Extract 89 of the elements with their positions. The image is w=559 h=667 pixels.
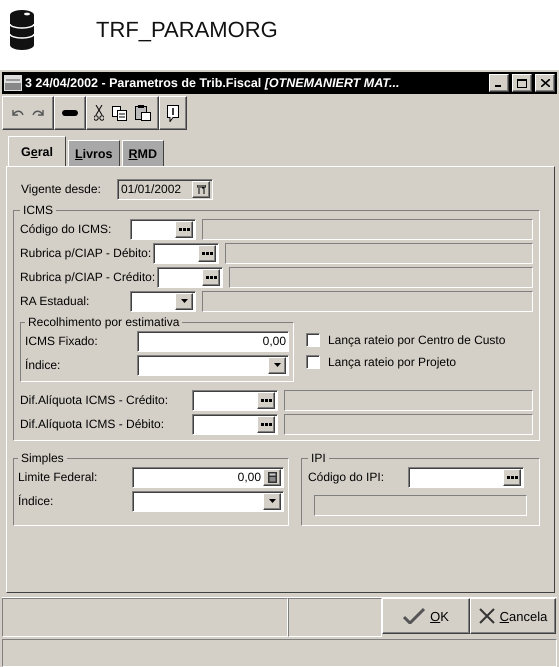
group-title: IPI	[310, 451, 327, 465]
check-icon	[403, 608, 426, 624]
dropdown-button[interactable]	[175, 292, 193, 310]
info-icon	[167, 104, 179, 122]
field-label: ICMS Fixado:	[25, 334, 99, 348]
lookup-button[interactable]	[175, 220, 193, 238]
lookup-field[interactable]	[408, 466, 524, 488]
lookup-button[interactable]	[503, 468, 521, 486]
ellipsis-icon	[202, 252, 213, 254]
group-title: Recolhimento por estimativa	[27, 315, 180, 329]
database-icon	[10, 10, 34, 50]
ellipsis-icon	[260, 422, 272, 426]
lookup-button[interactable]	[202, 268, 220, 286]
caret-icon	[274, 363, 280, 367]
ellipsis-icon	[506, 476, 518, 478]
redo-button[interactable]	[32, 108, 46, 118]
field-label: Código do ICMS:	[20, 222, 112, 236]
caret-icon	[268, 499, 276, 503]
field-value: 0,00	[236, 470, 261, 484]
close-icon	[540, 79, 550, 87]
minimize-button[interactable]	[489, 74, 509, 92]
lookup-field[interactable]	[192, 390, 278, 410]
clipboard-icon	[135, 105, 151, 121]
lookup-button[interactable]	[257, 392, 275, 408]
ellipsis-icon	[260, 398, 272, 402]
cross-icon	[478, 608, 495, 624]
ellipsis-icon	[178, 228, 190, 230]
field-label: Índice:	[18, 494, 54, 508]
minus-icon	[62, 110, 78, 116]
redo-icon	[32, 108, 46, 118]
app-icon	[4, 75, 22, 91]
delete-button[interactable]	[62, 110, 78, 116]
checkbox[interactable]: Lança rateio por Projeto	[306, 351, 506, 373]
lookup-field[interactable]	[130, 218, 196, 240]
checkbox-box[interactable]	[306, 333, 320, 347]
window-title: 3 24/04/2002 - Parametros de Trib.Fiscal [OTNEMANIERT MAT...	[25, 76, 400, 90]
undo-button[interactable]	[10, 108, 24, 118]
field-label: Rubrica p/CIAP - Débito:	[20, 246, 152, 260]
cut-button[interactable]	[94, 105, 104, 121]
dropdown-field[interactable]	[132, 490, 284, 512]
number-field[interactable]: 0,00	[132, 466, 284, 488]
undo-icon	[10, 108, 24, 118]
page-title: TRF_PARAMORG	[96, 17, 278, 43]
lookup-button[interactable]	[257, 416, 275, 432]
lookup-field[interactable]	[157, 266, 224, 288]
number-field[interactable]: 0,00	[137, 330, 289, 352]
lookup-field[interactable]	[192, 414, 278, 434]
field-label: Vigente desde:	[20, 182, 102, 196]
checkbox-label: Lança rateio por Projeto	[328, 355, 456, 369]
field-label: Dif.Alíquota ICMS - Débito:	[20, 417, 166, 431]
field-label: RA Estadual:	[20, 294, 90, 308]
maximize-icon	[517, 78, 527, 88]
field-label: Código do IPI:	[308, 470, 386, 484]
caret-icon	[180, 299, 188, 303]
maximize-button[interactable]	[512, 74, 532, 92]
field-value: 0,00	[262, 334, 286, 348]
combo-field[interactable]	[130, 290, 196, 312]
field-label: Limite Federal:	[18, 470, 98, 484]
info-button[interactable]	[167, 104, 179, 122]
calculator-icon	[268, 472, 276, 482]
calendar-button[interactable]	[192, 180, 210, 198]
group-title: ICMS	[22, 203, 54, 217]
field-label: Índice:	[25, 358, 62, 372]
copy-icon	[112, 106, 127, 120]
scissors-icon	[94, 105, 104, 121]
checkbox[interactable]: Lança rateio por Centro de Custo	[306, 329, 506, 351]
checkbox-box[interactable]	[306, 355, 320, 369]
group-title: Simples	[20, 451, 65, 465]
field-value: 01/01/2002	[121, 182, 182, 196]
lookup-button[interactable]	[198, 244, 216, 262]
cancel-button[interactable]: Cancela	[470, 598, 556, 634]
dropdown-button[interactable]	[263, 492, 281, 510]
checkbox-label: Lança rateio por Centro de Custo	[328, 333, 506, 347]
close-button[interactable]	[535, 74, 555, 92]
tab[interactable]: RMD	[122, 140, 164, 166]
field-label: Dif.Alíquota ICMS - Crédito:	[20, 393, 170, 407]
date-field[interactable]: 01/01/2002	[117, 178, 213, 200]
ok-button[interactable]: OK	[382, 598, 470, 634]
dropdown-field[interactable]	[137, 354, 289, 376]
paste-button[interactable]	[135, 105, 151, 121]
lookup-field[interactable]	[153, 242, 220, 264]
tab[interactable]: Livros	[68, 140, 120, 166]
tab[interactable]: Geral	[8, 136, 66, 166]
calendar-icon	[196, 184, 206, 194]
ellipsis-icon	[206, 276, 217, 278]
calculator-button[interactable]	[263, 468, 281, 486]
dropdown-button[interactable]	[268, 356, 286, 374]
field-label: Rubrica p/CIAP - Crédito:	[20, 270, 156, 284]
copy-button[interactable]	[112, 106, 127, 120]
